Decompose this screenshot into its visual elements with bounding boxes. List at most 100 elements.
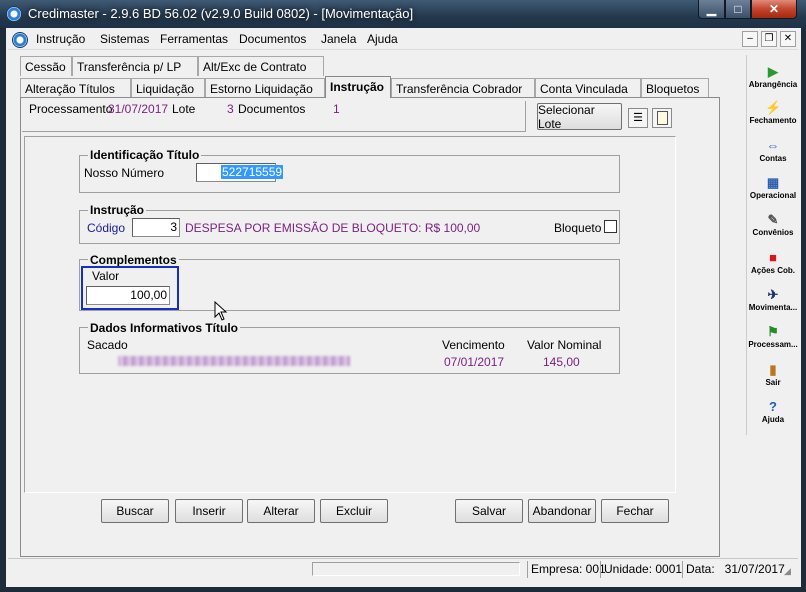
- toolbar-contas[interactable]: ⇔ Contas: [748, 138, 798, 163]
- menu-instrucao[interactable]: Instrução: [36, 32, 85, 46]
- toolbar-convenios[interactable]: ✎ Convênios: [748, 212, 798, 237]
- toolbar-label: Processam...: [748, 340, 798, 349]
- toolbar-label: Abrangência: [748, 80, 798, 89]
- bloqueto-label: Bloqueto: [554, 221, 602, 235]
- menu-ferramentas[interactable]: Ferramentas: [160, 32, 228, 46]
- lote-label: Lote: [172, 102, 196, 116]
- vencimento-value: 07/01/2017: [444, 355, 505, 369]
- fechamento-icon: ⚡: [765, 100, 782, 115]
- documentos-label: Documentos: [238, 102, 306, 116]
- vencimento-label: Vencimento: [442, 338, 505, 352]
- tab-transferencia-lp[interactable]: Transferência p/ LP: [72, 56, 198, 76]
- tab-liquidacao[interactable]: Liquidação: [131, 78, 205, 98]
- toolbar-label: Fechamento: [749, 116, 797, 125]
- tab-alteracao-titulos[interactable]: Alteração Títulos: [20, 78, 131, 98]
- acoes-cob-icon: ■: [769, 250, 777, 265]
- resize-grip-icon[interactable]: ◢: [784, 566, 791, 577]
- tab-instrucao[interactable]: Instrução: [325, 76, 391, 98]
- excluir-button[interactable]: Excluir: [320, 499, 388, 523]
- mdi-close-button[interactable]: ✕: [780, 31, 796, 47]
- toolbar-label: Movimenta...: [748, 303, 798, 312]
- toolbar-processam[interactable]: ⚑ Processam...: [748, 324, 798, 349]
- processam-icon: ⚑: [767, 324, 779, 339]
- toolbar-label: Sair: [765, 378, 781, 387]
- nosso-numero-input[interactable]: 522715559: [196, 163, 284, 182]
- toolbar-fechamento[interactable]: ⚡ Fechamento: [748, 100, 798, 125]
- buscar-button[interactable]: Buscar: [101, 499, 169, 523]
- status-empresa: Empresa: 001: [527, 561, 606, 578]
- abrangencia-icon: ▶: [768, 64, 778, 79]
- mdi-child-icon[interactable]: [12, 32, 28, 48]
- toolbar-label: Ajuda: [761, 415, 785, 424]
- instrucao-descricao: DESPESA POR EMISSÃO DE BLOQUETO: R$ 100,…: [185, 221, 481, 235]
- instrucao-title: Instrução: [88, 203, 147, 217]
- toolbar-sair[interactable]: ▮ Sair: [748, 362, 798, 387]
- valor-input[interactable]: 100,00: [86, 286, 170, 305]
- toolbar-ajuda[interactable]: ? Ajuda: [748, 399, 798, 424]
- tab-conta-vinculada[interactable]: Conta Vinculada: [535, 78, 641, 98]
- maximize-button[interactable]: □: [725, 0, 751, 19]
- toolbar-label: Contas: [759, 154, 787, 163]
- toolbar-acoes-cob[interactable]: ■ Ações Cob.: [748, 250, 798, 275]
- menu-documentos[interactable]: Documentos: [239, 32, 306, 46]
- tab-estorno-liquidacao[interactable]: Estorno Liquidação: [205, 78, 325, 98]
- codigo-label: Código: [87, 221, 126, 235]
- sair-icon: ▮: [769, 362, 777, 377]
- status-unidade: Unidade: 0001: [600, 561, 682, 578]
- mouse-cursor-icon: [214, 301, 228, 321]
- minimize-button[interactable]: ▁: [698, 0, 725, 19]
- menu-sistemas[interactable]: Sistemas: [100, 32, 149, 46]
- copy-button[interactable]: [652, 108, 672, 128]
- selecionar-lote-button[interactable]: Selecionar Lote: [537, 103, 622, 131]
- toolbar-label: Ações Cob.: [750, 266, 795, 275]
- processamento-date: 31/07/2017: [108, 102, 169, 116]
- alterar-button[interactable]: Alterar: [247, 499, 315, 523]
- ajuda-icon: ?: [769, 399, 777, 414]
- mdi-minimize-button[interactable]: –: [742, 31, 758, 47]
- menu-ajuda[interactable]: Ajuda: [367, 32, 398, 46]
- movimenta-icon: ✈: [767, 287, 779, 302]
- mdi-restore-button[interactable]: ❐: [761, 31, 777, 47]
- copy-icon: [657, 111, 668, 125]
- toolbar-operacional[interactable]: ▦ Operacional: [748, 175, 798, 200]
- bloqueto-checkbox[interactable]: [604, 220, 617, 233]
- status-data: Data: 31/07/2017: [682, 561, 785, 578]
- toolbar-abrangencia[interactable]: ▶ Abrangência: [748, 64, 798, 89]
- lote-value: 3: [227, 102, 234, 116]
- tab-transferencia-cobrador[interactable]: Transferência Cobrador: [391, 78, 535, 98]
- abandonar-button[interactable]: Abandonar: [528, 499, 596, 523]
- valor-nominal-label: Valor Nominal: [527, 338, 602, 352]
- identificacao-title: Identificação Título: [88, 148, 202, 162]
- close-button[interactable]: ✕: [751, 0, 797, 19]
- tab-alt-exc-contrato[interactable]: Alt/Exc de Contrato: [198, 56, 324, 76]
- app-icon: [6, 6, 22, 22]
- sacado-label: Sacado: [87, 338, 128, 352]
- processamento-label: Processamento: [29, 102, 113, 116]
- menu-janela[interactable]: Janela: [321, 32, 356, 46]
- complementos-title: Complementos: [88, 253, 179, 267]
- codigo-input[interactable]: 3: [132, 218, 180, 237]
- header-divider-vertical: [525, 101, 526, 132]
- convenios-icon: ✎: [767, 212, 779, 227]
- operacional-icon: ▦: [766, 175, 780, 190]
- header-divider: [22, 131, 526, 132]
- list-icon: ☰: [633, 112, 643, 124]
- tab-cessao[interactable]: Cessão: [20, 56, 72, 76]
- toolbar-label: Operacional: [749, 191, 797, 200]
- inserir-button[interactable]: Inserir: [175, 499, 243, 523]
- tab-bloquetos[interactable]: Bloquetos: [641, 78, 709, 98]
- dados-title: Dados Informativos Título: [88, 321, 241, 335]
- sacado-value-redacted: [118, 356, 350, 366]
- nosso-numero-label: Nosso Número: [84, 166, 165, 180]
- list-view-button[interactable]: ☰: [628, 108, 648, 128]
- fechar-button[interactable]: Fechar: [601, 499, 669, 523]
- toolbar-label: Convênios: [752, 228, 794, 237]
- documentos-value: 1: [333, 102, 340, 116]
- contas-icon: ⇔: [766, 138, 780, 153]
- valor-label: Valor: [92, 269, 120, 283]
- window-title: Credimaster - 2.9.6 BD 56.02 (v2.9.0 Bui…: [28, 6, 414, 21]
- nosso-numero-value: 522715559: [221, 165, 284, 179]
- valor-nominal-value: 145,00: [543, 355, 580, 369]
- toolbar-movimenta[interactable]: ✈ Movimenta...: [748, 287, 798, 312]
- salvar-button[interactable]: Salvar: [455, 499, 523, 523]
